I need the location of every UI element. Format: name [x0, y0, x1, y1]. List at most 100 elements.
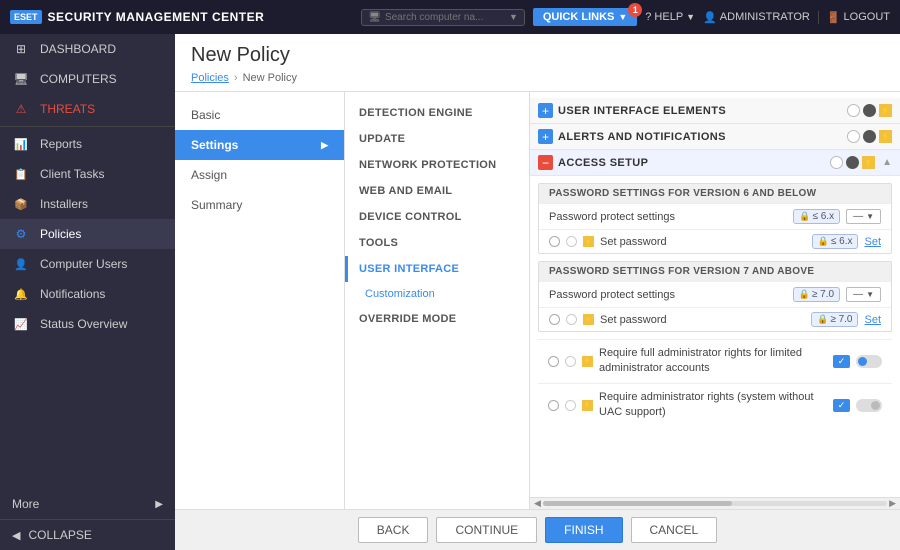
more-chevron-icon: ▶: [155, 499, 163, 510]
bolt-btn[interactable]: ⚡: [879, 130, 892, 143]
logout-btn[interactable]: 🚪 LOGOUT: [818, 11, 890, 24]
pw-protect-label-v6: Password protect settings: [549, 211, 787, 223]
dropdown-icon: ▼: [866, 290, 874, 299]
computers-icon: 🖥: [12, 72, 30, 86]
sidebar-item-label: DASHBOARD: [40, 42, 116, 56]
pw-section-v7: PASSWORD SETTINGS FOR VERSION 7 AND ABOV…: [538, 261, 892, 332]
search-input[interactable]: [385, 12, 505, 23]
pw-set-link-v7[interactable]: Set: [864, 314, 881, 326]
scroll-left-icon[interactable]: ◀: [534, 498, 541, 509]
bolt-btn[interactable]: ⚡: [862, 156, 875, 169]
pw-tag-v6: 🔒 ≤ 6.x: [793, 209, 840, 224]
pw-bolt-v7[interactable]: ⚡: [583, 314, 594, 325]
section-header-access: − ACCESS SETUP ⚡ ▲: [530, 150, 900, 176]
sidebar-item-label: Computer Users: [40, 257, 127, 271]
pw-set-label-v7: Set password: [600, 314, 805, 326]
sidebar-item-policies[interactable]: ⚙ Policies: [0, 219, 175, 249]
scroll-right-icon[interactable]: ▶: [889, 498, 896, 509]
radio-btn-2[interactable]: [863, 104, 876, 117]
policy-nav-item-settings[interactable]: Settings ▶: [175, 130, 344, 160]
notifications-icon: 🔔: [12, 288, 30, 301]
sidebar-item-dashboard[interactable]: ⊞ DASHBOARD: [0, 34, 175, 64]
user-icon: 👤: [703, 11, 717, 24]
policy-nav-item-basic[interactable]: Basic: [175, 100, 344, 130]
sidebar-item-status-overview[interactable]: 📈 Status Overview: [0, 309, 175, 339]
sidebar-item-computers[interactable]: 🖥 COMPUTERS: [0, 64, 175, 94]
sidebar-item-client-tasks[interactable]: 📋 Client Tasks: [0, 159, 175, 189]
sidebar-item-computer-users[interactable]: 👤 Computer Users: [0, 249, 175, 279]
radio-btn-1[interactable]: [830, 156, 843, 169]
mid-item-override-mode[interactable]: OVERRIDE MODE: [345, 306, 529, 332]
pw-bolt-v6[interactable]: ⚡: [583, 236, 594, 247]
finish-button[interactable]: FINISH: [545, 517, 622, 543]
require-uac-toggle-slider[interactable]: [856, 399, 882, 412]
section-expand-btn[interactable]: +: [538, 129, 553, 144]
pw-radio-v7-1[interactable]: [549, 314, 560, 325]
pw-ctrl-v7[interactable]: [566, 314, 577, 325]
client-tasks-icon: 📋: [12, 168, 30, 181]
horizontal-scrollbar: ◀ ▶: [530, 497, 900, 509]
section-collapse-btn[interactable]: −: [538, 155, 553, 170]
require-uac-bolt[interactable]: ⚡: [582, 400, 593, 411]
policy-nav-item-assign[interactable]: Assign: [175, 160, 344, 190]
pw-radio-v6-1[interactable]: [549, 236, 560, 247]
policy-nav-item-summary[interactable]: Summary: [175, 190, 344, 220]
sidebar-item-label: Installers: [40, 197, 88, 211]
section-up-arrow-icon[interactable]: ▲: [882, 157, 892, 168]
back-button[interactable]: BACK: [358, 517, 429, 543]
breadcrumb-policies[interactable]: Policies: [191, 72, 229, 84]
collapse-label: COLLAPSE: [28, 528, 91, 542]
status-overview-icon: 📈: [12, 318, 30, 331]
pw-tag-set-v6: 🔒 ≤ 6.x: [812, 234, 859, 249]
breadcrumb-separator: ›: [234, 72, 238, 84]
sidebar-more[interactable]: More ▶: [0, 489, 175, 519]
installers-icon: 📦: [12, 198, 30, 211]
radio-btn-1[interactable]: [847, 130, 860, 143]
help-btn[interactable]: ? HELP ▼: [645, 11, 695, 23]
radio-btn-1[interactable]: [847, 104, 860, 117]
sidebar-collapse[interactable]: ◀ COLLAPSE: [0, 519, 175, 550]
require-admin-toggle-box[interactable]: ✓: [833, 355, 850, 368]
radio-btn-2[interactable]: [863, 130, 876, 143]
section-expand-btn[interactable]: +: [538, 103, 553, 118]
radio-btn-2[interactable]: [846, 156, 859, 169]
pw-dropdown-v6[interactable]: — ▼: [846, 209, 881, 224]
lock-icon: 🔒: [799, 289, 810, 300]
footer: BACK CONTINUE FINISH CANCEL: [175, 509, 900, 550]
mid-item-device-control[interactable]: DEVICE CONTROL: [345, 204, 529, 230]
app-title: SECURITY MANAGEMENT CENTER: [48, 10, 265, 24]
require-uac-radio-1[interactable]: [548, 400, 559, 411]
policies-icon: ⚙: [12, 227, 30, 241]
admin-btn[interactable]: 👤 ADMINISTRATOR: [703, 11, 810, 24]
cancel-button[interactable]: CANCEL: [631, 517, 718, 543]
mid-item-web-and-email[interactable]: WEB AND EMAIL: [345, 178, 529, 204]
require-admin-ctrl[interactable]: [565, 356, 576, 367]
mid-item-network-protection[interactable]: NETWORK PROTECTION: [345, 152, 529, 178]
mid-item-update[interactable]: UPDATE: [345, 126, 529, 152]
require-uac-ctrl[interactable]: [565, 400, 576, 411]
pw-set-link-v6[interactable]: Set: [864, 236, 881, 248]
pw-ctrl-v6[interactable]: [566, 236, 577, 247]
pw-set-row-v6: ⚡ Set password 🔒 ≤ 6.x Set: [539, 229, 891, 253]
check-icon: ✓: [838, 356, 846, 367]
mid-item-user-interface[interactable]: USER INTERFACE: [345, 256, 529, 282]
require-admin-toggle-slider[interactable]: [856, 355, 882, 368]
pw-dropdown-v7[interactable]: — ▼: [846, 287, 881, 302]
scrollbar-track[interactable]: [543, 501, 887, 506]
quick-links-btn[interactable]: QUICK LINKS 1 ▼: [533, 8, 637, 26]
dropdown-icon[interactable]: ▼: [509, 12, 518, 22]
continue-button[interactable]: CONTINUE: [436, 517, 537, 543]
policy-nav: Basic Settings ▶ Assign Summary: [175, 92, 345, 509]
mid-item-tools[interactable]: TOOLS: [345, 230, 529, 256]
require-admin-radio-1[interactable]: [548, 356, 559, 367]
sidebar-item-reports[interactable]: 📊 Reports: [0, 129, 175, 159]
bolt-btn[interactable]: ⚡: [879, 104, 892, 117]
mid-item-detection-engine[interactable]: DETECTION ENGINE: [345, 100, 529, 126]
sidebar-item-notifications[interactable]: 🔔 Notifications: [0, 279, 175, 309]
require-admin-bolt[interactable]: ⚡: [582, 356, 593, 367]
require-uac-toggle-box[interactable]: ✓: [833, 399, 850, 412]
sidebar-item-installers[interactable]: 📦 Installers: [0, 189, 175, 219]
pw-set-label-v6: Set password: [600, 236, 806, 248]
mid-item-customization[interactable]: Customization: [345, 282, 529, 306]
sidebar-item-threats[interactable]: ⚠ THREATS: [0, 94, 175, 124]
